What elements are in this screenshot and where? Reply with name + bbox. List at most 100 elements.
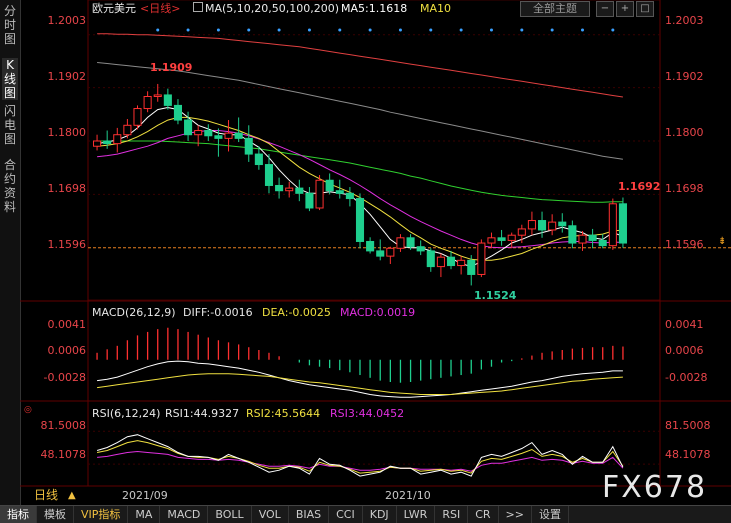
price-right-tick: 1.1596: [665, 238, 704, 251]
macd-macd-value: MACD:0.0019: [340, 306, 416, 319]
zoom-out-button[interactable]: −: [596, 1, 614, 17]
candle-body: [457, 259, 466, 267]
candle-body: [366, 240, 375, 252]
zoom-in-button[interactable]: +: [616, 1, 634, 17]
candle-body: [618, 203, 627, 244]
symbol-name: 欧元美元: [92, 2, 136, 15]
rsi2-value: RSI2:45.5644: [246, 407, 321, 420]
event-dot: [459, 28, 463, 32]
macd-left-tick: 0.0041: [47, 318, 87, 331]
macd-right-tick: 0.0006: [665, 344, 704, 357]
chart-area[interactable]: [0, 0, 731, 505]
tab-macd[interactable]: MACD: [160, 506, 209, 523]
more-tabs-button[interactable]: >>: [499, 506, 532, 523]
tab-cci[interactable]: CCI: [329, 506, 363, 523]
candle-body: [416, 246, 425, 252]
candle-body: [598, 239, 607, 247]
rsi3-value: RSI3:44.0452: [330, 407, 405, 420]
candle-body: [548, 221, 557, 231]
period-dropdown-icon[interactable]: ▲: [68, 489, 76, 502]
candle-body: [184, 119, 193, 136]
tab-kdj[interactable]: KDJ: [363, 506, 397, 523]
candle-body: [163, 94, 172, 106]
event-dot: [520, 28, 524, 32]
settings-button[interactable]: 设置: [532, 506, 569, 523]
maximize-button[interactable]: □: [636, 1, 654, 17]
candle-body: [578, 234, 587, 244]
price-left-tick: 1.1596: [47, 238, 87, 251]
tab-cr[interactable]: CR: [468, 506, 499, 523]
candle-body: [386, 247, 395, 257]
price-left-tick: 1.2003: [47, 14, 87, 27]
high-price-label: 1.1909: [150, 61, 193, 74]
price-right-tick: 1.1698: [665, 182, 704, 195]
event-dot: [368, 28, 372, 32]
ma-toggle-checkbox[interactable]: [193, 2, 203, 12]
watermark-logo: FX678: [602, 470, 708, 505]
event-dot: [338, 28, 342, 32]
price-left-tick: 1.1800: [47, 126, 87, 139]
price-right-tick: 1.2003: [665, 14, 704, 27]
tab-vip-indicator[interactable]: VIP指标: [74, 506, 129, 523]
price-left-tick: 1.1698: [47, 182, 87, 195]
tab-bias[interactable]: BIAS: [289, 506, 330, 523]
tab-lwr[interactable]: LWR: [397, 506, 436, 523]
period-selector[interactable]: 日线: [34, 489, 58, 502]
last-price-label: 1.1692: [618, 180, 661, 193]
macd-left-tick: 0.0006: [47, 344, 87, 357]
rsi1-value: RSI1:44.9327: [165, 407, 240, 420]
tab-boll[interactable]: BOLL: [208, 506, 252, 523]
macd-left-tick: -0.0028: [43, 371, 86, 384]
indicator-tab-bar: 指标 模板 VIP指标 MA MACD BOLL VOL BIAS CCI KD…: [0, 505, 731, 523]
candle-body: [477, 242, 486, 275]
macd-title: MACD(26,12,9): [92, 306, 176, 319]
price-marker-icon: ⇟: [718, 236, 727, 247]
theme-button[interactable]: 全部主题: [520, 1, 590, 17]
macd-right-tick: 0.0041: [665, 318, 704, 331]
candle-body: [113, 134, 122, 145]
tab-template[interactable]: 模板: [37, 506, 74, 523]
candle-body: [335, 190, 344, 194]
candle-body: [406, 237, 415, 248]
period-label: <日线>: [140, 2, 181, 15]
price-left-tick: 1.1902: [47, 70, 87, 83]
candle-body: [376, 250, 385, 257]
tab-ma[interactable]: MA: [128, 506, 161, 523]
event-dot: [489, 28, 493, 32]
event-dot: [550, 28, 554, 32]
candle-body: [305, 192, 314, 209]
candle-body: [93, 140, 102, 147]
event-dot: [429, 28, 433, 32]
rsi-right-tick: 81.5008: [665, 419, 711, 432]
candle-body: [234, 132, 243, 139]
ma50-line: [97, 140, 623, 203]
candle-body: [315, 179, 324, 209]
tab-rsi[interactable]: RSI: [435, 506, 469, 523]
candle-body: [103, 140, 112, 145]
event-dot: [247, 28, 251, 32]
rsi3-line: [97, 450, 624, 472]
tab-indicator[interactable]: 指标: [0, 506, 37, 523]
candle-body: [527, 220, 536, 230]
ma-params: MA(5,10,20,50,100,200): [205, 2, 340, 15]
candle-body: [497, 237, 506, 241]
tab-vol[interactable]: VOL: [252, 506, 289, 523]
candle-body: [214, 135, 223, 139]
rsi-title: RSI(6,12,24): [92, 407, 161, 420]
candle-body: [285, 187, 294, 192]
candle-body: [143, 96, 152, 110]
candle-body: [133, 108, 142, 126]
candle-body: [608, 203, 617, 247]
candle-body: [254, 153, 263, 166]
rsi-left-tick: 81.5008: [40, 419, 87, 432]
candle-body: [517, 228, 526, 236]
rsi-settings-icon[interactable]: ◎: [24, 404, 32, 417]
candle-body: [537, 220, 547, 231]
event-dot: [580, 28, 584, 32]
candle-body: [396, 237, 405, 249]
candle-body: [275, 184, 284, 192]
event-dot: [307, 28, 311, 32]
price-right-tick: 1.1902: [665, 70, 704, 83]
candle-body: [325, 179, 334, 192]
macd-dea-line: [97, 373, 623, 395]
